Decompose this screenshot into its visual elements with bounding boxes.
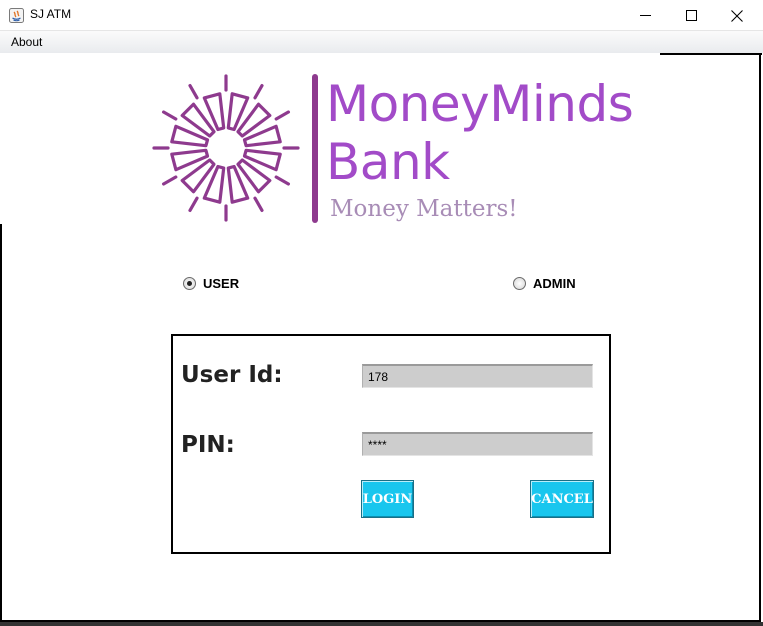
bank-tagline: Money Matters! <box>330 196 518 222</box>
user-radio-button[interactable] <box>183 277 196 290</box>
logo-ray <box>161 110 178 121</box>
title-bar: SJ ATM <box>0 0 763 31</box>
admin-radio-label[interactable]: ADMIN <box>533 276 576 291</box>
logo-ray <box>253 83 264 100</box>
login-panel: User Id: PIN: LOGIN CANCEL <box>171 334 611 554</box>
menu-item-about[interactable]: About <box>11 35 42 49</box>
menu-bar: About <box>0 31 763 53</box>
panel-border <box>660 53 762 55</box>
maximize-icon <box>685 10 697 21</box>
logo-ray <box>274 175 291 186</box>
window-bottom-edge <box>0 622 763 626</box>
panel-border <box>759 53 761 622</box>
pin-label: PIN: <box>181 432 235 458</box>
admin-radio-button[interactable] <box>513 277 526 290</box>
maximize-button[interactable] <box>668 0 714 31</box>
radio-selected-dot <box>187 281 192 286</box>
window-title: SJ ATM <box>30 7 72 21</box>
close-icon <box>731 9 743 22</box>
bank-name-line-2: Bank <box>326 133 450 191</box>
logo-ray <box>188 83 199 100</box>
user-id-field[interactable] <box>362 364 593 388</box>
bank-name-line-1: MoneyMinds <box>326 75 634 133</box>
atm-window: SJ ATM About MoneyMinds Bank Money Matte… <box>0 0 763 626</box>
admin-radio[interactable]: ADMIN <box>513 276 576 291</box>
cancel-button[interactable]: CANCEL <box>530 480 594 518</box>
minimize-icon <box>639 15 651 16</box>
user-id-label: User Id: <box>181 362 283 388</box>
logo-divider <box>312 74 318 223</box>
logo-ray <box>274 110 291 121</box>
logo-ray <box>161 175 178 186</box>
logo-ray <box>188 196 199 213</box>
user-radio-label[interactable]: USER <box>203 276 239 291</box>
minimize-button[interactable] <box>622 0 668 31</box>
pin-field[interactable] <box>362 432 593 456</box>
user-radio[interactable]: USER <box>183 276 239 291</box>
java-app-icon <box>9 8 24 23</box>
bank-logo-starburst-icon <box>152 74 300 222</box>
close-button[interactable] <box>714 0 760 31</box>
logo-ray <box>253 196 264 213</box>
login-button[interactable]: LOGIN <box>361 480 414 518</box>
panel-border <box>0 224 2 622</box>
